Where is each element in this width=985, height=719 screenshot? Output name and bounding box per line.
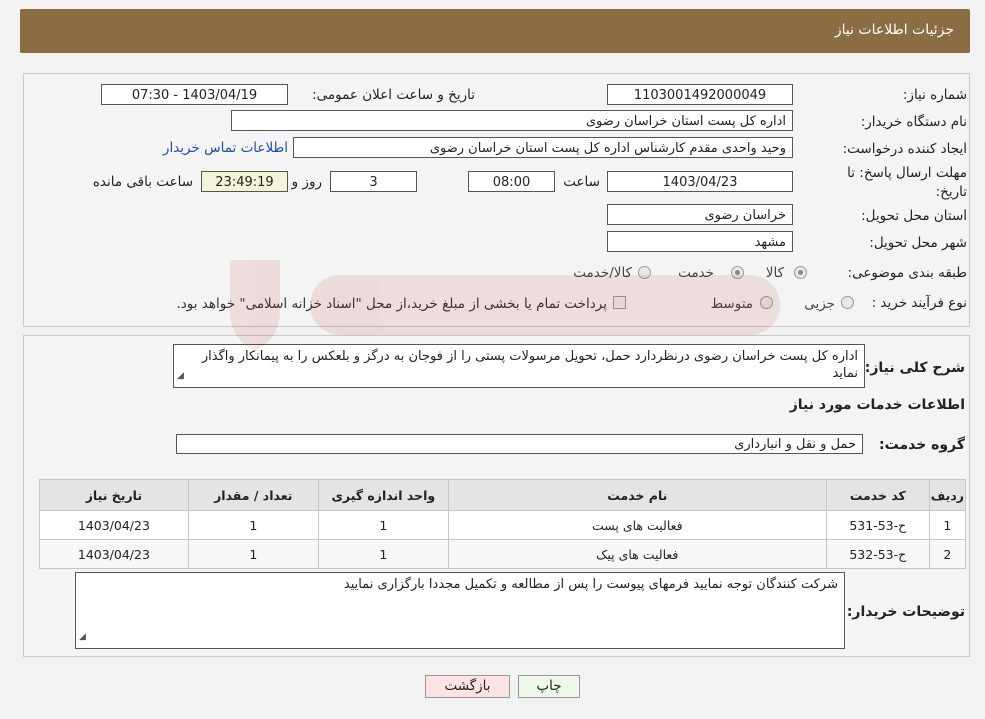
page-header: جزئیات اطلاعات نیاز: [20, 9, 970, 53]
purchase-radio-medium[interactable]: [760, 296, 773, 309]
services-section-title: اطلاعات خدمات مورد نیاز: [789, 397, 965, 413]
creator-field: وحید واحدی مقدم کارشناس اداره کل پست است…: [293, 137, 793, 158]
cell-service-code: ح-53-532: [825, 539, 930, 569]
col-need-date: تاریخ نیاز: [39, 479, 189, 511]
announce-label: تاریخ و ساعت اعلان عمومی:: [312, 87, 475, 103]
services-table: ردیف کد خدمت نام خدمت واحد اندازه گیری ت…: [39, 479, 967, 569]
category-radio-goods[interactable]: [794, 266, 807, 279]
buyer-label: نام دستگاه خریدار:: [860, 114, 967, 130]
cell-service-code: ح-53-531: [825, 510, 930, 540]
days-field: 3: [330, 171, 417, 192]
description-label: شرح کلی نیاز:: [864, 360, 965, 376]
purchase-option-medium: متوسط: [710, 296, 753, 312]
remaining-label: ساعت باقی مانده: [92, 174, 193, 190]
cell-need-date: 1403/04/23: [39, 539, 189, 569]
category-label: طبقه بندی موضوعی:: [847, 265, 967, 281]
cell-unit: 1: [317, 539, 449, 569]
treasury-note: پرداخت تمام یا بخشی از مبلغ خرید،از محل …: [176, 296, 607, 312]
buyer-notes-textarea[interactable]: شرکت کنندگان توجه نمایید فرمهای پیوست را…: [75, 572, 845, 649]
col-service-code: کد خدمت: [825, 479, 930, 511]
deadline-label-line1: مهلت ارسال پاسخ: تا: [847, 165, 967, 181]
back-button[interactable]: بازگشت: [425, 675, 510, 698]
buyer-contact-link[interactable]: اطلاعات تماس خریدار: [163, 140, 288, 156]
category-option-goods-service: کالا/خدمت: [573, 265, 632, 281]
col-quantity: تعداد / مقدار: [187, 479, 319, 511]
deadline-label-line2: تاریخ:: [935, 184, 967, 200]
page-title: جزئیات اطلاعات نیاز: [834, 22, 954, 38]
province-field: خراسان رضوی: [607, 204, 793, 225]
need-number-label: شماره نیاز:: [902, 87, 967, 103]
days-label: روز و: [291, 174, 322, 190]
description-textarea[interactable]: اداره کل پست خراسان رضوی درنظردارد حمل، …: [173, 344, 865, 388]
city-label: شهر محل تحویل:: [869, 235, 967, 251]
treasury-checkbox[interactable]: [613, 296, 626, 309]
buyer-field: اداره کل پست استان خراسان رضوی: [231, 110, 793, 131]
deadline-time-field: 08:00: [468, 171, 555, 192]
time-label: ساعت: [563, 174, 600, 190]
cell-row-number: 2: [928, 539, 967, 569]
purchase-radio-minor[interactable]: [841, 296, 854, 309]
buyer-notes-text: شرکت کنندگان توجه نمایید فرمهای پیوست را…: [343, 577, 838, 592]
deadline-date-field: 1403/04/23: [607, 171, 793, 192]
resize-grip-icon[interactable]: ◢: [79, 629, 86, 646]
service-group-label: گروه خدمت:: [879, 437, 965, 453]
cell-row-number: 1: [928, 510, 967, 540]
col-row-number: ردیف: [928, 479, 967, 511]
city-field: مشهد: [607, 231, 793, 252]
table-header-row: ردیف کد خدمت نام خدمت واحد اندازه گیری ت…: [39, 479, 967, 511]
purchase-process-label: نوع فرآیند خرید :: [871, 295, 967, 311]
category-option-goods: کالا: [765, 265, 784, 281]
category-radio-goods-service[interactable]: [638, 266, 651, 279]
col-unit: واحد اندازه گیری: [317, 479, 449, 511]
category-option-service: خدمت: [678, 265, 714, 281]
province-label: استان محل تحویل:: [861, 208, 967, 224]
table-row: 1 ح-53-531 فعالیت های پست 1 1 1403/04/23: [39, 510, 967, 540]
print-button[interactable]: چاپ: [518, 675, 580, 698]
cell-service-name: فعالیت های پست: [447, 510, 827, 540]
announce-datetime-field: 1403/04/19 - 07:30: [101, 84, 288, 105]
service-group-field: حمل و نقل و انبارداری: [176, 434, 863, 454]
purchase-option-minor: جزیی: [804, 296, 835, 312]
creator-label: ایجاد کننده درخواست:: [842, 141, 967, 157]
cell-need-date: 1403/04/23: [39, 510, 189, 540]
buyer-notes-label: توضیحات خریدار:: [846, 604, 965, 620]
cell-quantity: 1: [187, 510, 319, 540]
table-row: 2 ح-53-532 فعالیت های پیک 1 1 1403/04/23: [39, 539, 967, 569]
cell-service-name: فعالیت های پیک: [447, 539, 827, 569]
col-service-name: نام خدمت: [447, 479, 827, 511]
deadline-label: مهلت ارسال پاسخ: تا تاریخ:: [847, 164, 967, 202]
cell-unit: 1: [317, 510, 449, 540]
remaining-time-field: 23:49:19: [201, 171, 288, 192]
description-text: اداره کل پست خراسان رضوی درنظردارد حمل، …: [201, 349, 858, 381]
need-number-field: 1103001492000049: [607, 84, 793, 105]
resize-grip-icon[interactable]: ◢: [177, 368, 184, 385]
cell-quantity: 1: [187, 539, 319, 569]
category-radio-service[interactable]: [731, 266, 744, 279]
